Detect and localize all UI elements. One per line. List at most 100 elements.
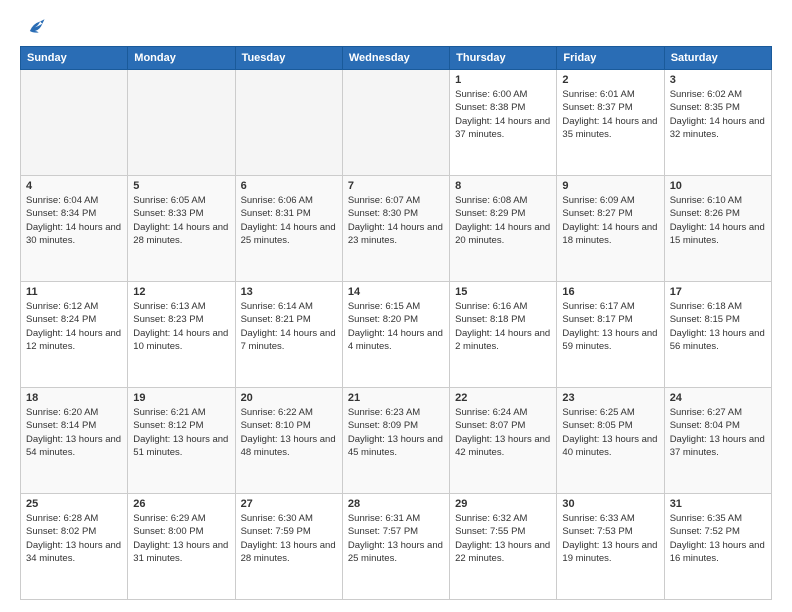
calendar-cell — [21, 70, 128, 176]
day-info: Sunrise: 6:07 AMSunset: 8:30 PMDaylight:… — [348, 194, 444, 247]
calendar-cell: 5Sunrise: 6:05 AMSunset: 8:33 PMDaylight… — [128, 176, 235, 282]
day-info: Sunrise: 6:28 AMSunset: 8:02 PMDaylight:… — [26, 512, 122, 565]
day-number: 21 — [348, 392, 444, 404]
day-info: Sunrise: 6:29 AMSunset: 8:00 PMDaylight:… — [133, 512, 229, 565]
calendar-week-row: 25 Sunrise: 6:28 AMSunset: 8:02 PMDayligh… — [21, 494, 772, 600]
calendar-week-row: 11Sunrise: 6:12 AMSunset: 8:24 PMDayligh… — [21, 282, 772, 388]
calendar-cell: 14 Sunrise: 6:15 AMSunset: 8:20 PMDayligh… — [342, 282, 449, 388]
calendar-cell: 21 Sunrise: 6:23 AMSunset: 8:09 PMDayligh… — [342, 388, 449, 494]
day-number: 29 — [455, 498, 551, 510]
calendar-cell: 3 Sunrise: 6:02 AMSunset: 8:35 PMDaylight… — [664, 70, 771, 176]
day-number: 25 — [26, 498, 122, 510]
calendar-cell: 12 Sunrise: 6:13 AMSunset: 8:23 PMDayligh… — [128, 282, 235, 388]
weekday-header-monday: Monday — [128, 47, 235, 70]
day-info: Sunrise: 6:02 AMSunset: 8:35 PMDaylight:… — [670, 88, 766, 141]
calendar-cell: 18 Sunrise: 6:20 AMSunset: 8:14 PMDayligh… — [21, 388, 128, 494]
day-info: Sunrise: 6:31 AMSunset: 7:57 PMDaylight:… — [348, 512, 444, 565]
day-info: Sunrise: 6:32 AMSunset: 7:55 PMDaylight:… — [455, 512, 551, 565]
day-number: 17 — [670, 286, 766, 298]
calendar-cell — [128, 70, 235, 176]
calendar-header-row: SundayMondayTuesdayWednesdayThursdayFrid… — [21, 47, 772, 70]
day-info: Sunrise: 6:35 AMSunset: 7:52 PMDaylight:… — [670, 512, 766, 565]
logo-bird-icon — [24, 16, 46, 38]
day-number: 15 — [455, 286, 551, 298]
weekday-header-tuesday: Tuesday — [235, 47, 342, 70]
day-info: Sunrise: 6:24 AMSunset: 8:07 PMDaylight:… — [455, 406, 551, 459]
calendar-table: SundayMondayTuesdayWednesdayThursdayFrid… — [20, 46, 772, 600]
day-info: Sunrise: 6:00 AMSunset: 8:38 PMDaylight:… — [455, 88, 551, 141]
calendar-cell: 28 Sunrise: 6:31 AMSunset: 7:57 PMDayligh… — [342, 494, 449, 600]
day-number: 10 — [670, 180, 766, 192]
day-number: 28 — [348, 498, 444, 510]
day-number: 8 — [455, 180, 551, 192]
page: SundayMondayTuesdayWednesdayThursdayFrid… — [0, 0, 792, 612]
day-number: 3 — [670, 74, 766, 86]
day-number: 18 — [26, 392, 122, 404]
day-info: Sunrise: 6:25 AMSunset: 8:05 PMDaylight:… — [562, 406, 658, 459]
day-number: 14 — [348, 286, 444, 298]
day-number: 31 — [670, 498, 766, 510]
day-info: Sunrise: 6:22 AMSunset: 8:10 PMDaylight:… — [241, 406, 337, 459]
day-info: Sunrise: 6:30 AMSunset: 7:59 PMDaylight:… — [241, 512, 337, 565]
calendar-week-row: 4 Sunrise: 6:04 AMSunset: 8:34 PMDaylight… — [21, 176, 772, 282]
day-number: 23 — [562, 392, 658, 404]
day-info: Sunrise: 6:13 AMSunset: 8:23 PMDaylight:… — [133, 300, 229, 353]
weekday-header-friday: Friday — [557, 47, 664, 70]
calendar-cell: 24 Sunrise: 6:27 AMSunset: 8:04 PMDayligh… — [664, 388, 771, 494]
day-number: 1 — [455, 74, 551, 86]
calendar-cell: 1 Sunrise: 6:00 AMSunset: 8:38 PMDaylight… — [450, 70, 557, 176]
day-number: 26 — [133, 498, 229, 510]
weekday-header-sunday: Sunday — [21, 47, 128, 70]
day-number: 4 — [26, 180, 122, 192]
day-number: 30 — [562, 498, 658, 510]
day-info: Sunrise: 6:09 AMSunset: 8:27 PMDaylight:… — [562, 194, 658, 247]
day-info: Sunrise: 6:33 AMSunset: 7:53 PMDaylight:… — [562, 512, 658, 565]
day-number: 19 — [133, 392, 229, 404]
calendar-week-row: 1 Sunrise: 6:00 AMSunset: 8:38 PMDaylight… — [21, 70, 772, 176]
day-number: 7 — [348, 180, 444, 192]
day-number: 22 — [455, 392, 551, 404]
calendar-cell: 29 Sunrise: 6:32 AMSunset: 7:55 PMDayligh… — [450, 494, 557, 600]
calendar-week-row: 18 Sunrise: 6:20 AMSunset: 8:14 PMDayligh… — [21, 388, 772, 494]
day-info: Sunrise: 6:18 AMSunset: 8:15 PMDaylight:… — [670, 300, 766, 353]
calendar-cell: 10 Sunrise: 6:10 AMSunset: 8:26 PMDayligh… — [664, 176, 771, 282]
day-number: 11 — [26, 286, 122, 298]
day-number: 27 — [241, 498, 337, 510]
day-number: 16 — [562, 286, 658, 298]
day-info: Sunrise: 6:15 AMSunset: 8:20 PMDaylight:… — [348, 300, 444, 353]
day-info: Sunrise: 6:16 AMSunset: 8:18 PMDaylight:… — [455, 300, 551, 353]
calendar-cell — [342, 70, 449, 176]
day-info: Sunrise: 6:20 AMSunset: 8:14 PMDaylight:… — [26, 406, 122, 459]
calendar-cell: 8Sunrise: 6:08 AMSunset: 8:29 PMDaylight… — [450, 176, 557, 282]
logo — [20, 16, 48, 38]
day-number: 12 — [133, 286, 229, 298]
calendar-cell: 26 Sunrise: 6:29 AMSunset: 8:00 PMDayligh… — [128, 494, 235, 600]
calendar-cell: 13 Sunrise: 6:14 AMSunset: 8:21 PMDayligh… — [235, 282, 342, 388]
day-info: Sunrise: 6:05 AMSunset: 8:33 PMDaylight:… — [133, 194, 229, 247]
day-number: 13 — [241, 286, 337, 298]
day-info: Sunrise: 6:27 AMSunset: 8:04 PMDaylight:… — [670, 406, 766, 459]
calendar-cell: 11Sunrise: 6:12 AMSunset: 8:24 PMDayligh… — [21, 282, 128, 388]
day-info: Sunrise: 6:23 AMSunset: 8:09 PMDaylight:… — [348, 406, 444, 459]
day-info: Sunrise: 6:06 AMSunset: 8:31 PMDaylight:… — [241, 194, 337, 247]
day-number: 24 — [670, 392, 766, 404]
day-info: Sunrise: 6:17 AMSunset: 8:17 PMDaylight:… — [562, 300, 658, 353]
calendar-cell: 27 Sunrise: 6:30 AMSunset: 7:59 PMDayligh… — [235, 494, 342, 600]
calendar-cell: 31 Sunrise: 6:35 AMSunset: 7:52 PMDayligh… — [664, 494, 771, 600]
calendar-cell: 30 Sunrise: 6:33 AMSunset: 7:53 PMDayligh… — [557, 494, 664, 600]
day-info: Sunrise: 6:14 AMSunset: 8:21 PMDaylight:… — [241, 300, 337, 353]
weekday-header-saturday: Saturday — [664, 47, 771, 70]
day-info: Sunrise: 6:10 AMSunset: 8:26 PMDaylight:… — [670, 194, 766, 247]
day-info: Sunrise: 6:04 AMSunset: 8:34 PMDaylight:… — [26, 194, 122, 247]
calendar-cell: 23 Sunrise: 6:25 AMSunset: 8:05 PMDayligh… — [557, 388, 664, 494]
calendar-cell: 15 Sunrise: 6:16 AMSunset: 8:18 PMDayligh… — [450, 282, 557, 388]
day-number: 6 — [241, 180, 337, 192]
calendar-cell: 17 Sunrise: 6:18 AMSunset: 8:15 PMDayligh… — [664, 282, 771, 388]
day-number: 9 — [562, 180, 658, 192]
calendar-cell: 4 Sunrise: 6:04 AMSunset: 8:34 PMDaylight… — [21, 176, 128, 282]
weekday-header-thursday: Thursday — [450, 47, 557, 70]
calendar-cell: 25 Sunrise: 6:28 AMSunset: 8:02 PMDayligh… — [21, 494, 128, 600]
calendar-cell: 7 Sunrise: 6:07 AMSunset: 8:30 PMDaylight… — [342, 176, 449, 282]
header — [20, 16, 772, 38]
calendar-cell: 20Sunrise: 6:22 AMSunset: 8:10 PMDayligh… — [235, 388, 342, 494]
